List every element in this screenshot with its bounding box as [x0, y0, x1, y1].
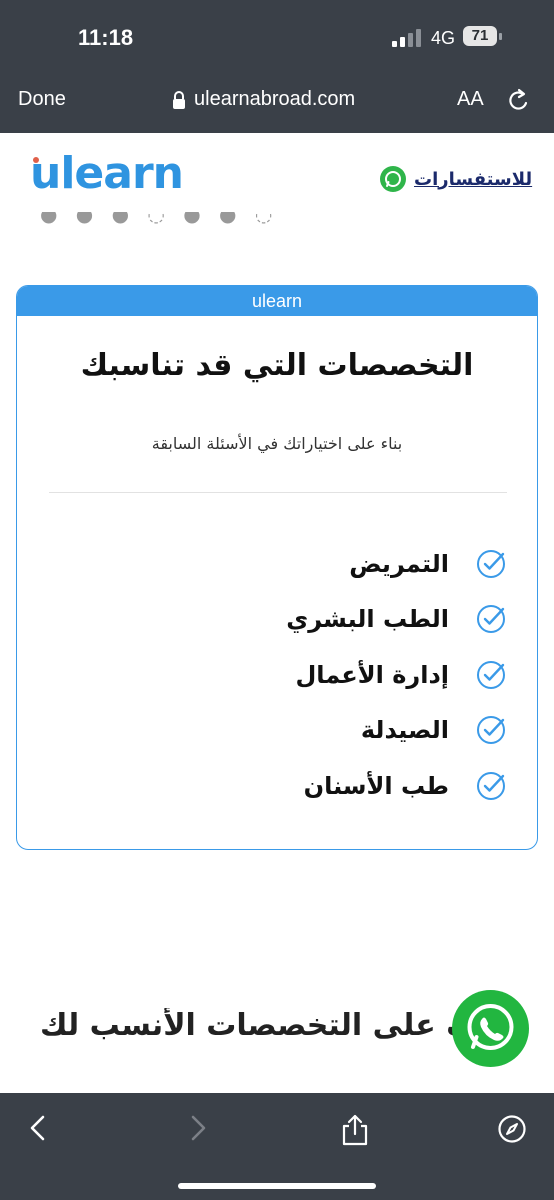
specialization-list: التمريض الطب البشري إدارة الأعمال الصيدل…	[67, 536, 507, 814]
specialization-label: التمريض	[349, 549, 449, 578]
check-circle-icon	[477, 605, 505, 634]
whatsapp-float-button[interactable]	[452, 990, 529, 1067]
list-item: الطب البشري	[67, 592, 507, 648]
card-header-bar: ulearn	[17, 286, 537, 316]
network-type: 4G	[431, 28, 456, 48]
specialization-label: الطب البشري	[286, 605, 449, 634]
recommendation-card: ulearn التخصصات التي قد تناسبك بناء على …	[16, 285, 538, 850]
list-item: طب الأسنان	[67, 758, 507, 814]
logo-accent-dot	[33, 157, 39, 163]
check-circle-icon	[477, 549, 505, 578]
clipped-text-line: ● ● ● ◌ ● ● ◌	[40, 212, 279, 226]
forward-icon[interactable]	[184, 1114, 212, 1142]
done-button[interactable]: Done	[18, 88, 66, 111]
specialization-label: طب الأسنان	[303, 771, 449, 800]
whatsapp-icon	[380, 166, 406, 192]
battery-icon: 71	[463, 26, 503, 48]
compass-icon[interactable]	[497, 1114, 527, 1144]
specialization-label: الصيدلة	[360, 716, 449, 745]
list-item: التمريض	[67, 536, 507, 592]
ulearn-logo[interactable]: ulearn	[30, 148, 184, 199]
status-time: 11:18	[78, 25, 134, 50]
reload-icon[interactable]	[507, 88, 531, 114]
home-indicator	[178, 1183, 376, 1189]
check-circle-icon	[477, 716, 505, 745]
lock-icon	[173, 90, 185, 109]
inquiry-link-text[interactable]: للاستفسارات	[414, 169, 532, 190]
check-circle-icon	[477, 771, 505, 800]
signal-icon	[392, 29, 421, 47]
section-heading: ف على التخصصات الأنسب لك	[40, 1008, 482, 1043]
list-item: إدارة الأعمال	[67, 647, 507, 703]
check-circle-icon	[477, 660, 505, 689]
address-bar[interactable]: ulearnabroad.com	[172, 88, 355, 111]
back-icon[interactable]	[24, 1114, 52, 1142]
url-text: ulearnabroad.com	[194, 88, 356, 110]
text-size-button[interactable]: AA	[457, 88, 484, 111]
battery-level: 71	[471, 27, 489, 44]
divider	[49, 492, 507, 493]
specialization-label: إدارة الأعمال	[295, 660, 449, 689]
list-item: الصيدلة	[67, 703, 507, 759]
whatsapp-icon	[467, 1004, 514, 1050]
card-subtitle: بناء على اختياراتك في الأسئلة السابقة	[151, 434, 403, 453]
inquiry-link[interactable]: للاستفسارات	[380, 166, 532, 192]
browser-top-chrome	[0, 0, 554, 133]
share-icon[interactable]	[340, 1114, 370, 1146]
card-title: التخصصات التي قد تناسبك	[80, 348, 474, 383]
